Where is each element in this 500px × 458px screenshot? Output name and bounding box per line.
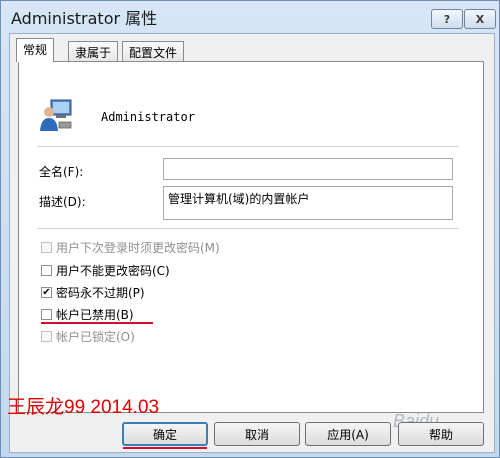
description-field[interactable]: 管理计算机(域)的内置帐户	[163, 186, 453, 220]
annotation-underline	[123, 447, 207, 449]
dialog-client-area: 常规 隶属于 配置文件 Administrator 全名(F): 描述(D): …	[9, 33, 495, 453]
ok-button[interactable]: 确定	[122, 422, 208, 446]
close-icon: X	[475, 12, 485, 26]
help-button[interactable]: 帮助	[398, 422, 484, 446]
account-disabled-checkbox-row[interactable]: 帐户已禁用(B)	[41, 306, 134, 323]
checkbox[interactable]	[41, 331, 52, 342]
check-icon: ✔	[42, 286, 51, 298]
user-icon	[40, 99, 72, 131]
username-display: Administrator	[101, 110, 195, 124]
checkbox[interactable]	[41, 309, 52, 320]
checkbox-checked[interactable]: ✔	[41, 287, 52, 298]
checkbox-label: 用户下次登录时须更改密码(M)	[56, 241, 220, 255]
tab-general[interactable]: 常规	[16, 38, 55, 62]
help-icon: ?	[443, 12, 451, 26]
password-never-expires-checkbox-row[interactable]: ✔ 密码永不过期(P)	[41, 284, 145, 301]
checkbox[interactable]	[41, 265, 52, 276]
checkbox-label: 帐户已禁用(B)	[56, 308, 134, 322]
annotation-underline	[41, 322, 153, 324]
checkbox[interactable]	[41, 242, 52, 253]
title-close-button[interactable]: X	[464, 9, 496, 29]
separator	[37, 228, 459, 229]
description-label: 描述(D):	[39, 195, 86, 209]
general-tab-panel: Administrator 全名(F): 描述(D): 管理计算机(域)的内置帐…	[18, 61, 484, 413]
dialog-window: Administrator 属性 ? X 常规 隶属于 配置文件 Adminis…	[0, 0, 500, 458]
checkbox-label: 用户不能更改密码(C)	[56, 264, 170, 278]
tab-profile[interactable]: 配置文件	[122, 41, 185, 61]
title-help-button[interactable]: ?	[431, 9, 463, 29]
author-watermark: 王辰龙99 2014.03	[7, 397, 160, 418]
checkbox-label: 密码永不过期(P)	[56, 286, 145, 300]
tab-member-of[interactable]: 隶属于	[68, 41, 119, 61]
window-title: Administrator 属性	[11, 9, 158, 28]
separator	[37, 146, 459, 147]
fullname-field[interactable]	[163, 158, 453, 180]
cancel-button[interactable]: 取消	[214, 422, 300, 446]
apply-button[interactable]: 应用(A)	[305, 422, 391, 446]
must-change-password-checkbox-row[interactable]: 用户下次登录时须更改密码(M)	[41, 239, 220, 256]
cannot-change-password-checkbox-row[interactable]: 用户不能更改密码(C)	[41, 262, 170, 279]
fullname-label: 全名(F):	[39, 165, 84, 179]
checkbox-label: 帐户已锁定(O)	[56, 330, 135, 344]
account-locked-checkbox-row[interactable]: 帐户已锁定(O)	[41, 328, 135, 345]
